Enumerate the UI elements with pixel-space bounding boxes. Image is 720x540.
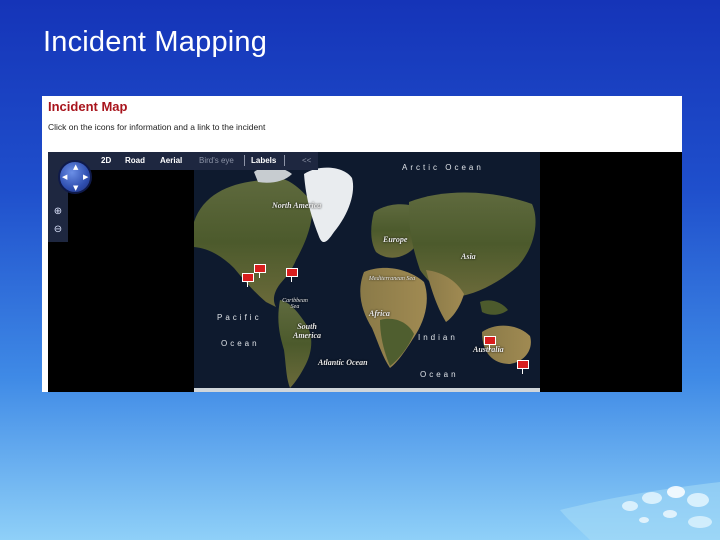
zoom-in-icon[interactable]: ⊕ <box>52 206 64 218</box>
map-label-pacific: Pacific <box>217 313 262 322</box>
panel-instructions: Click on the icons for information and a… <box>48 122 266 132</box>
road-view-button[interactable]: Road <box>125 156 145 165</box>
map-label-europe: Europe <box>383 235 408 244</box>
incident-marker-icon[interactable] <box>517 360 531 374</box>
world-map[interactable] <box>194 152 540 392</box>
incident-marker-icon[interactable] <box>484 336 498 350</box>
toolbar-divider <box>244 155 245 166</box>
incident-marker-icon[interactable] <box>286 268 300 282</box>
map-label-south-america: South America <box>293 322 321 340</box>
map-label-arctic-ocean: Arctic Ocean <box>402 163 484 172</box>
birds-eye-view-button[interactable]: Bird's eye <box>199 156 234 165</box>
map-label-mediterranean: Mediterranean Sea <box>368 276 416 282</box>
map-label-asia: Asia <box>461 252 476 261</box>
map-label-north-america: North America <box>272 201 322 210</box>
incident-marker-icon[interactable] <box>242 273 256 287</box>
aerial-view-button[interactable]: Aerial <box>160 156 182 165</box>
compass-icon[interactable]: ▲ ▼ ◀ ▶ <box>58 160 92 194</box>
map-label-africa: Africa <box>369 309 390 318</box>
decorative-water-drops <box>560 482 720 540</box>
panel-title: Incident Map <box>48 99 128 114</box>
map-viewport[interactable]: 2D Road Aerial Bird's eye Labels << ⊕ ⊖ … <box>48 152 682 392</box>
map-label-pacific-ocean: Ocean <box>221 339 260 348</box>
map-label-indian: Indian <box>418 333 458 342</box>
slide-title: Incident Mapping <box>43 26 268 58</box>
map-label-caribbean: Caribbean Sea <box>282 298 308 310</box>
labels-toggle-button[interactable]: Labels <box>251 156 276 165</box>
collapse-toolbar-button[interactable]: << <box>302 156 311 165</box>
zoom-out-icon[interactable]: ⊖ <box>52 224 64 236</box>
incident-marker-icon[interactable] <box>254 264 268 278</box>
map-label-indian-ocean: Ocean <box>420 370 459 379</box>
view-2d-button[interactable]: 2D <box>101 156 111 165</box>
incident-map-panel: Incident Map Click on the icons for info… <box>42 96 682 392</box>
toolbar-divider <box>284 155 285 166</box>
map-label-atlantic-ocean: Atlantic Ocean <box>318 358 368 367</box>
